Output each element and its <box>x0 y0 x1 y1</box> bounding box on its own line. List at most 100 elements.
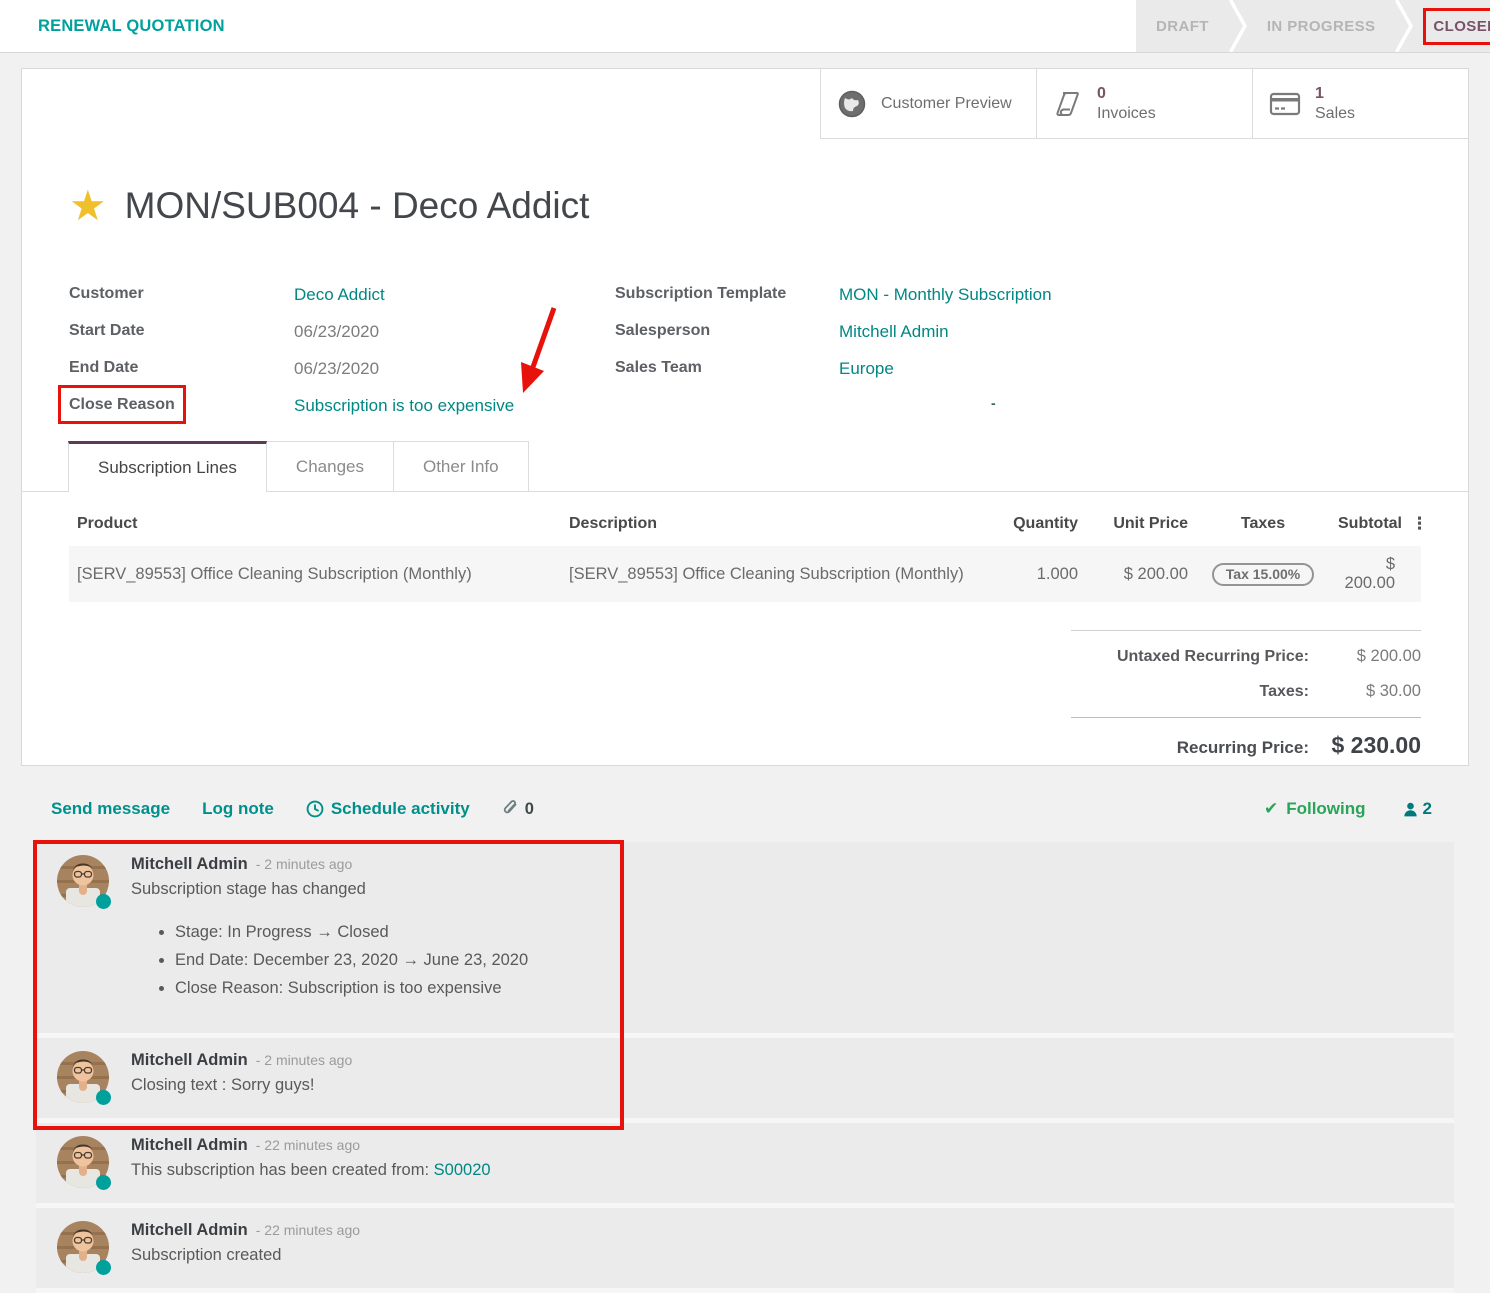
check-icon: ✔ <box>1264 799 1278 819</box>
record-header: ★ MON/SUB004 - Deco Addict <box>69 183 1468 229</box>
stage-in-progress[interactable]: IN PROGRESS <box>1247 0 1396 52</box>
field-end-date: End Date 06/23/2020 <box>69 359 615 381</box>
kebab-menu-icon[interactable]: ⋮ <box>1402 514 1428 534</box>
record-form: Customer Deco Addict Start Date 06/23/20… <box>69 285 1421 433</box>
invoices-book-icon <box>1053 89 1083 119</box>
person-icon <box>1402 801 1419 818</box>
source-order-link[interactable]: S00020 <box>434 1161 491 1179</box>
form-left-column: Customer Deco Addict Start Date 06/23/20… <box>69 285 615 433</box>
sales-button[interactable]: 1 Sales <box>1252 69 1468 139</box>
message-author[interactable]: Mitchell Admin <box>131 1221 248 1239</box>
message-author[interactable]: Mitchell Admin <box>131 1136 248 1154</box>
invoices-button[interactable]: 0 Invoices <box>1036 69 1252 139</box>
tab-subscription-lines[interactable]: Subscription Lines <box>68 441 267 492</box>
header-taxes: Taxes <box>1188 515 1338 533</box>
total-untaxed: Untaxed Recurring Price: $ 200.00 <box>1071 647 1421 666</box>
tracking-change: Close Reason: Subscription is too expens… <box>175 979 1434 998</box>
tab-other-info[interactable]: Other Info <box>394 441 529 491</box>
header-unit-price: Unit Price <box>1078 515 1188 533</box>
header-subtotal: Subtotal <box>1338 515 1402 533</box>
message-text: Subscription stage has changed <box>131 880 1434 899</box>
page-background: Customer Preview 0 Invoices <box>0 53 1490 1293</box>
schedule-activity-button[interactable]: Schedule activity <box>306 799 470 819</box>
message-text: Closing text : Sorry guys! <box>131 1076 1434 1095</box>
avatar <box>57 1221 109 1273</box>
start-date-value: 06/23/2020 <box>294 322 379 342</box>
log-note-button[interactable]: Log note <box>202 799 274 819</box>
form-right-column: Subscription Template MON - Monthly Subs… <box>615 285 1421 433</box>
cell-unit-price: $ 200.00 <box>1078 565 1188 584</box>
message-subscription-created: Mitchell Admin - 22 minutes ago Subscript… <box>36 1208 1454 1293</box>
message-author[interactable]: Mitchell Admin <box>131 1051 248 1069</box>
field-salesperson: Salesperson Mitchell Admin <box>615 322 1421 344</box>
field-close-reason: Close Reason Subscription is too expensi… <box>69 396 615 418</box>
message-thread: Mitchell Admin - 2 minutes ago Subscripti… <box>36 842 1454 1293</box>
credit-card-icon <box>1269 91 1301 117</box>
message-author[interactable]: Mitchell Admin <box>131 855 248 873</box>
attachments-button[interactable]: 0 <box>502 799 534 819</box>
tab-changes[interactable]: Changes <box>267 441 394 491</box>
annotation-box-closed: CLOSED <box>1433 18 1490 35</box>
chatter-toolbar: Send message Log note Schedule activity … <box>0 766 1490 824</box>
followers-button[interactable]: 2 <box>1402 799 1432 819</box>
total-recurring-price: Recurring Price: $ 230.00 <box>1071 732 1421 759</box>
send-message-button[interactable]: Send message <box>51 799 170 819</box>
message-stage-changed: Mitchell Admin - 2 minutes ago Subscripti… <box>36 842 1454 1038</box>
close-reason-link[interactable]: Subscription is too expensive <box>294 396 514 416</box>
top-navbar: RENEWAL QUOTATION DRAFT IN PROGRESS CLOS… <box>0 0 1490 53</box>
message-closing-text: Mitchell Admin - 2 minutes ago Closing te… <box>36 1038 1454 1123</box>
total-taxes: Taxes: $ 30.00 <box>1071 682 1421 701</box>
message-timestamp: - 22 minutes ago <box>256 1137 360 1153</box>
message-timestamp: - 22 minutes ago <box>256 1222 360 1238</box>
annotation-box-close-reason: Close Reason <box>69 396 175 413</box>
online-status-dot <box>96 1090 111 1105</box>
table-header-row: Product Description Quantity Unit Price … <box>69 492 1421 546</box>
customer-preview-button[interactable]: Customer Preview <box>820 69 1036 139</box>
chevron-separator-icon <box>1229 0 1247 52</box>
record-sheet: Customer Preview 0 Invoices <box>21 68 1469 766</box>
totals-divider <box>1071 717 1421 718</box>
message-text: This subscription has been created from:… <box>131 1161 1434 1180</box>
subscription-template-link[interactable]: MON - Monthly Subscription <box>839 285 1052 305</box>
salesperson-link[interactable]: Mitchell Admin <box>839 322 949 342</box>
header-quantity: Quantity <box>1006 515 1078 533</box>
following-button[interactable]: ✔ Following <box>1264 799 1366 819</box>
message-timestamp: - 2 minutes ago <box>256 1052 353 1068</box>
notebook-tabs: Subscription Lines Changes Other Info <box>22 441 1468 492</box>
paperclip-icon <box>502 799 520 819</box>
field-start-date: Start Date 06/23/2020 <box>69 322 615 344</box>
tracking-changes-list: Stage: In Progress → Closed End Date: De… <box>175 923 1434 998</box>
avatar <box>57 1136 109 1188</box>
breadcrumb[interactable]: RENEWAL QUOTATION <box>0 0 1133 52</box>
end-date-value: 06/23/2020 <box>294 359 379 379</box>
statusbar: DRAFT IN PROGRESS CLOSED <box>1133 0 1490 52</box>
message-text: Subscription created <box>131 1246 1434 1265</box>
field-subscription-template: Subscription Template MON - Monthly Subs… <box>615 285 1421 307</box>
tax-badge: Tax 15.00% <box>1212 563 1314 586</box>
table-row[interactable]: [SERV_89553] Office Cleaning Subscriptio… <box>69 546 1421 602</box>
sales-team-link[interactable]: Europe <box>839 359 894 379</box>
favorite-star-icon[interactable]: ★ <box>69 185 107 227</box>
header-product: Product <box>77 515 569 533</box>
subscription-lines-table: Product Description Quantity Unit Price … <box>69 492 1421 602</box>
cell-subtotal: $ 200.00 <box>1338 555 1395 593</box>
message-created-from: Mitchell Admin - 22 minutes ago This subs… <box>36 1123 1454 1208</box>
tracking-change: Stage: In Progress → Closed <box>175 923 1434 942</box>
customer-link[interactable]: Deco Addict <box>294 285 385 305</box>
stage-closed[interactable]: CLOSED <box>1413 0 1490 52</box>
avatar <box>57 1051 109 1103</box>
message-timestamp: - 2 minutes ago <box>256 856 353 872</box>
clock-icon <box>306 800 324 818</box>
empty-field-dash: - <box>991 395 996 411</box>
cell-quantity: 1.000 <box>1006 565 1078 584</box>
smart-button-row: Customer Preview 0 Invoices <box>22 69 1468 139</box>
tracking-change: End Date: December 23, 2020 → June 23, 2… <box>175 951 1434 970</box>
globe-icon <box>837 89 867 119</box>
online-status-dot <box>96 894 111 909</box>
page-title: MON/SUB004 - Deco Addict <box>125 183 590 229</box>
field-customer: Customer Deco Addict <box>69 285 615 307</box>
stage-draft[interactable]: DRAFT <box>1136 0 1229 52</box>
header-description: Description <box>569 515 1006 533</box>
online-status-dot <box>96 1260 111 1275</box>
cell-description: [SERV_89553] Office Cleaning Subscriptio… <box>569 565 1006 584</box>
